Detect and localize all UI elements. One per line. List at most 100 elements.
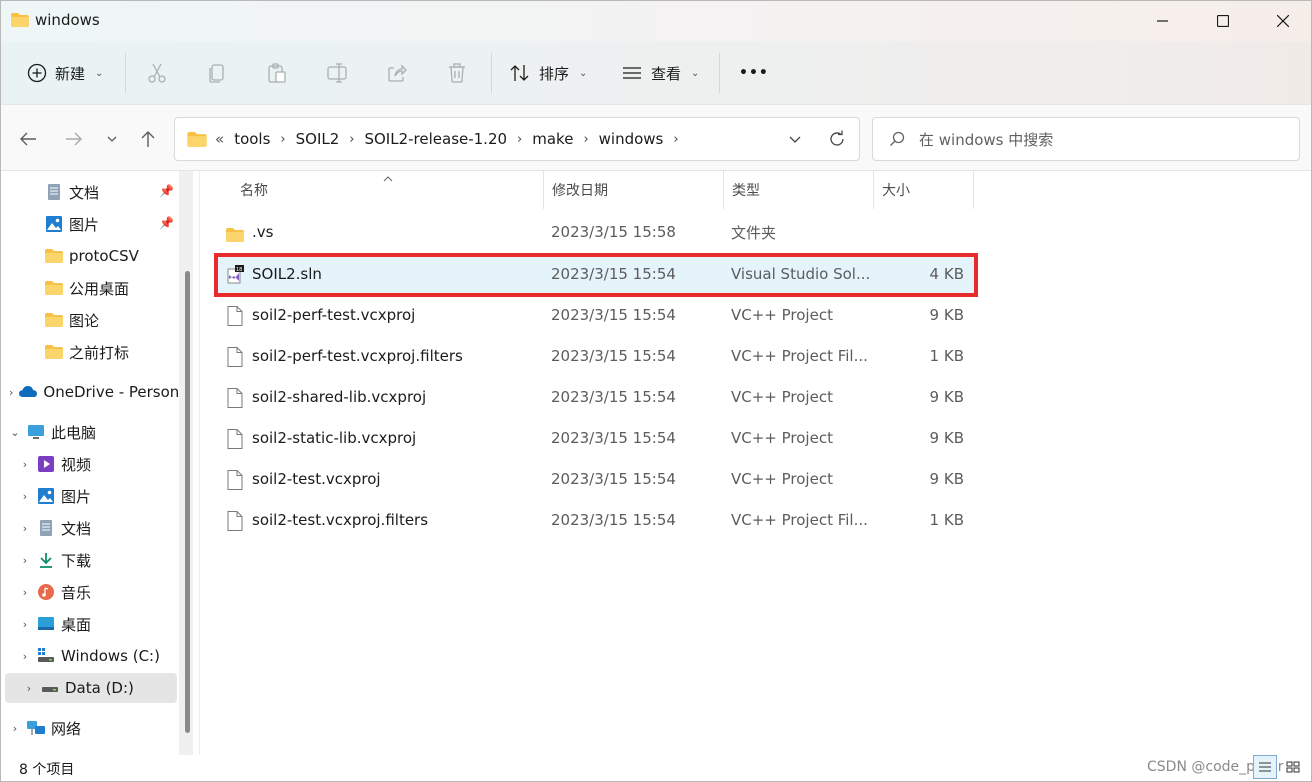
cut-button[interactable]: [143, 59, 171, 87]
column-header-size[interactable]: 大小: [874, 171, 974, 209]
sidebar-item-previous-labels[interactable]: 之前打标: [1, 337, 179, 367]
file-row[interactable]: soil2-perf-test.vcxproj.filters 2023/3/1…: [218, 337, 974, 375]
chevron-right-icon[interactable]: ›: [19, 586, 31, 599]
breadcrumb-overflow[interactable]: «: [215, 130, 224, 148]
item-count: 8 个项目: [19, 762, 75, 778]
chevron-right-icon[interactable]: ›: [19, 650, 31, 663]
sort-button[interactable]: 排序 ⌄: [509, 55, 587, 91]
chevron-right-icon[interactable]: ›: [349, 132, 354, 147]
breadcrumb-soil2[interactable]: SOIL2: [296, 130, 340, 148]
back-button[interactable]: [13, 125, 43, 153]
file-row[interactable]: soil2-shared-lib.vcxproj 2023/3/15 15:54…: [218, 378, 974, 416]
chevron-right-icon[interactable]: ›: [19, 458, 31, 471]
sidebar-item-drive-c[interactable]: › Windows (C:): [1, 641, 179, 671]
file-row[interactable]: soil2-test.vcxproj.filters 2023/3/15 15:…: [218, 501, 974, 539]
chevron-right-icon[interactable]: ›: [9, 386, 13, 399]
file-type: VC++ Project: [731, 388, 833, 406]
view-button[interactable]: 查看 ⌄: [621, 55, 699, 91]
more-options-button[interactable]: •••: [739, 55, 769, 91]
sidebar-scroll-thumb[interactable]: [185, 271, 190, 733]
maximize-button[interactable]: [1193, 1, 1253, 41]
file-type: VC++ Project: [731, 470, 833, 488]
breadcrumb-tools[interactable]: tools: [234, 130, 270, 148]
tiles-view-button[interactable]: [1281, 755, 1305, 779]
chevron-right-icon[interactable]: ›: [583, 132, 588, 147]
sidebar-item-downloads[interactable]: › 下载: [1, 545, 179, 575]
address-bar[interactable]: « tools › SOIL2 › SOIL2-release-1.20 › m…: [174, 117, 860, 161]
rename-button[interactable]: [323, 59, 351, 87]
chevron-right-icon[interactable]: ›: [280, 132, 285, 147]
sidebar-item-label: 图片: [61, 487, 92, 506]
sidebar-item-label: 音乐: [61, 583, 92, 602]
copy-button[interactable]: [203, 59, 231, 87]
sidebar-item-public-desktop[interactable]: 公用桌面: [1, 273, 179, 303]
chevron-down-icon[interactable]: ⌄: [9, 426, 21, 439]
recent-locations-button[interactable]: [97, 125, 127, 153]
sort-icon: [510, 65, 529, 81]
sidebar-item-videos[interactable]: › 视频: [1, 449, 179, 479]
sidebar-item-network[interactable]: › 网络: [1, 713, 179, 743]
address-history-button[interactable]: [777, 118, 813, 160]
chevron-down-icon: [789, 136, 801, 143]
file-row[interactable]: soil2-test.vcxproj 2023/3/15 15:54 VC++ …: [218, 460, 974, 498]
video-icon: [38, 456, 54, 472]
new-button[interactable]: 新建 ⌄: [19, 55, 111, 91]
sidebar-item-pictures-pinned[interactable]: 图片: [1, 209, 179, 239]
column-type-label: 类型: [732, 183, 760, 199]
sidebar-item-pictures[interactable]: › 图片: [1, 481, 179, 511]
sort-label: 排序: [539, 64, 570, 83]
windows-drive-icon: [38, 648, 54, 662]
sidebar-item-label: Data (D:): [65, 679, 134, 697]
chevron-right-icon[interactable]: ›: [517, 132, 522, 147]
sidebar-item-label: 图片: [69, 215, 100, 234]
copy-icon: [209, 64, 224, 83]
column-header-type[interactable]: 类型: [724, 171, 874, 209]
paste-button[interactable]: [263, 59, 291, 87]
column-date-label: 修改日期: [552, 183, 608, 199]
sidebar-item-drive-d[interactable]: › Data (D:): [5, 673, 177, 703]
sidebar-item-label: protoCSV: [69, 247, 139, 265]
sidebar-item-documents[interactable]: › 文档: [1, 513, 179, 543]
sidebar-item-graph-theory[interactable]: 图论: [1, 305, 179, 335]
sidebar-item-documents-pinned[interactable]: 文档: [1, 177, 179, 207]
sidebar-item-label: 桌面: [61, 615, 92, 634]
share-icon: [388, 64, 407, 82]
sidebar-item-desktop[interactable]: › 桌面: [1, 609, 179, 639]
forward-button[interactable]: [59, 125, 89, 153]
chevron-right-icon[interactable]: ›: [19, 554, 31, 567]
file-size: 9 KB: [929, 306, 964, 324]
sidebar-item-onedrive[interactable]: › OneDrive - Personal: [1, 377, 179, 407]
delete-button[interactable]: [443, 59, 471, 87]
breadcrumb-release[interactable]: SOIL2-release-1.20: [364, 130, 507, 148]
chevron-right-icon[interactable]: ›: [23, 682, 35, 695]
sidebar-item-this-pc[interactable]: ⌄ 此电脑: [1, 417, 179, 447]
breadcrumb-make[interactable]: make: [532, 130, 573, 148]
chevron-right-icon[interactable]: ›: [19, 618, 31, 631]
cloud-icon: [19, 386, 38, 397]
file-size: 9 KB: [929, 388, 964, 406]
refresh-button[interactable]: [819, 118, 855, 160]
column-header-date[interactable]: 修改日期: [544, 171, 724, 209]
chevron-right-icon[interactable]: ›: [9, 722, 21, 735]
search-input[interactable]: 在 windows 中搜索: [872, 117, 1300, 161]
share-button[interactable]: [383, 59, 411, 87]
file-icon: [227, 511, 243, 531]
close-button[interactable]: [1253, 1, 1311, 41]
file-icon: [227, 347, 243, 367]
file-row[interactable]: .vs 2023/3/15 15:58 文件夹: [218, 213, 974, 251]
file-row[interactable]: soil2-static-lib.vcxproj 2023/3/15 15:54…: [218, 419, 974, 457]
chevron-down-icon: ⌄: [691, 67, 700, 79]
details-view-button[interactable]: [1253, 755, 1277, 779]
column-name-label: 名称: [240, 183, 268, 199]
file-name: soil2-static-lib.vcxproj: [252, 429, 417, 447]
chevron-right-icon[interactable]: ›: [19, 490, 31, 503]
minimize-button[interactable]: [1133, 1, 1193, 41]
chevron-right-icon[interactable]: ›: [673, 132, 678, 147]
up-button[interactable]: [133, 125, 163, 153]
breadcrumb-windows[interactable]: windows: [599, 130, 664, 148]
sidebar-item-protocsv[interactable]: protoCSV: [1, 241, 179, 271]
sidebar-item-music[interactable]: › 音乐: [1, 577, 179, 607]
file-icon: [227, 470, 243, 490]
file-row[interactable]: soil2-perf-test.vcxproj 2023/3/15 15:54 …: [218, 296, 974, 334]
chevron-right-icon[interactable]: ›: [19, 522, 31, 535]
